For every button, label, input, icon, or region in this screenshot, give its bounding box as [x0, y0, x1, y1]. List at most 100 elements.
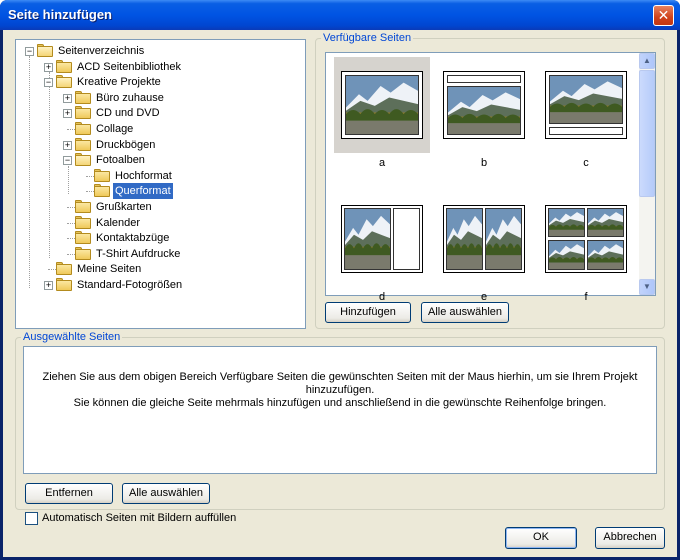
- tree-item-label[interactable]: Büro zuhause: [94, 90, 166, 106]
- tree-item-label[interactable]: T-Shirt Aufdrucke: [94, 246, 182, 262]
- page-layout: [341, 71, 423, 139]
- tree-item[interactable]: T-Shirt Aufdrucke: [16, 246, 305, 262]
- tree-item-label[interactable]: Druckbögen: [94, 137, 157, 153]
- page-thumbnail[interactable]: c: [538, 57, 634, 169]
- cancel-button[interactable]: Abbrechen: [595, 527, 665, 549]
- tree-item[interactable]: Kalender: [16, 215, 305, 231]
- tree-item-label[interactable]: Grußkarten: [94, 199, 154, 215]
- select-all-selected-button[interactable]: Alle auswählen: [122, 483, 210, 504]
- thumbnail-label: c: [583, 157, 589, 169]
- scrollbar-thumb[interactable]: [639, 70, 655, 197]
- tree-item-label[interactable]: CD und DVD: [94, 105, 162, 121]
- expand-icon[interactable]: +: [63, 140, 72, 150]
- folder-icon: [75, 122, 91, 135]
- folder-icon: [75, 106, 91, 120]
- remove-button[interactable]: Entfernen: [25, 483, 113, 504]
- drop-instructions: Ziehen Sie aus dem obigen Bereich Verfüg…: [24, 371, 656, 410]
- tree-item[interactable]: Querformat: [16, 183, 305, 200]
- page-thumbnail[interactable]: a: [334, 57, 430, 169]
- folder-icon: [75, 246, 91, 260]
- expand-icon[interactable]: +: [44, 62, 53, 72]
- scroll-up-icon[interactable]: ▲: [639, 53, 655, 69]
- tree-item-label[interactable]: Fotoalben: [94, 152, 147, 168]
- photo-placeholder: [447, 86, 521, 135]
- folder-icon: [94, 184, 110, 198]
- tree-item-label[interactable]: Querformat: [113, 183, 173, 200]
- tree-item[interactable]: Hochformat: [16, 168, 305, 184]
- close-button[interactable]: ✕: [653, 5, 674, 26]
- available-pages-title: Verfügbare Seiten: [321, 32, 414, 44]
- autofill-checkbox[interactable]: [25, 512, 38, 525]
- tree-item-label[interactable]: Kalender: [94, 215, 142, 231]
- collapse-icon[interactable]: −: [44, 78, 53, 88]
- photo-placeholder: [446, 208, 483, 270]
- tree-item-label[interactable]: ACD Seitenbibliothek: [75, 59, 183, 75]
- page-thumbnail[interactable]: b: [436, 57, 532, 169]
- scroll-down-icon[interactable]: ▼: [639, 279, 655, 295]
- photo-placeholder: [587, 240, 624, 270]
- page-layout: [545, 71, 627, 139]
- tree-item[interactable]: + CD und DVD: [16, 105, 305, 121]
- page-thumbnail[interactable]: f: [538, 191, 634, 303]
- tree-item[interactable]: − Kreative Projekte: [16, 74, 305, 90]
- folder-icon: [75, 215, 91, 229]
- ok-button[interactable]: OK: [505, 527, 577, 549]
- dialog-window: Seite hinzufügen ✕ − Seitenverzeichnis + AC…: [0, 0, 680, 560]
- photo-placeholder: [587, 208, 624, 237]
- tree-item[interactable]: Meine Seiten: [16, 261, 305, 277]
- photo-placeholder: [549, 75, 623, 124]
- tree-item-label[interactable]: Standard-Fotogrößen: [75, 277, 184, 293]
- tree-item[interactable]: + Druckbögen: [16, 137, 305, 153]
- folder-icon: [37, 44, 53, 57]
- collapse-icon[interactable]: −: [63, 156, 72, 166]
- close-icon: ✕: [657, 7, 670, 23]
- folder-icon: [75, 200, 91, 213]
- instruction-line-2: hinzuzufügen.: [305, 384, 375, 396]
- folder-icon: [94, 168, 110, 182]
- tree-item-label[interactable]: Meine Seiten: [75, 261, 143, 277]
- expand-icon[interactable]: +: [44, 281, 53, 290]
- page-thumbnail[interactable]: d: [334, 191, 430, 303]
- tree-item[interactable]: Kontaktabzüge: [16, 230, 305, 246]
- thumbnail-label: a: [378, 157, 386, 169]
- tree-item[interactable]: + Büro zuhause: [16, 90, 305, 106]
- tree-item[interactable]: Collage: [16, 121, 305, 137]
- tree-item[interactable]: + ACD Seitenbibliothek: [16, 59, 305, 75]
- tree-item[interactable]: − Fotoalben: [16, 152, 305, 168]
- folder-icon: [75, 137, 91, 151]
- tree-item[interactable]: Grußkarten: [16, 199, 305, 215]
- tree-item[interactable]: − Seitenverzeichnis: [16, 43, 305, 59]
- tree-item-label[interactable]: Kreative Projekte: [75, 74, 163, 90]
- page-directory-tree[interactable]: − Seitenverzeichnis + ACD Seitenbibliothek −…: [15, 39, 306, 329]
- photo-placeholder: [548, 208, 585, 237]
- dialog-body: − Seitenverzeichnis + ACD Seitenbibliothek −…: [3, 30, 677, 557]
- tree-item-label[interactable]: Kontaktabzüge: [94, 230, 171, 246]
- tree-item-label[interactable]: Seitenverzeichnis: [56, 43, 146, 59]
- selected-pages-drop-area[interactable]: Ziehen Sie aus dem obigen Bereich Verfüg…: [23, 346, 657, 474]
- instruction-line-1: Ziehen Sie aus dem obigen Bereich Verfüg…: [42, 371, 638, 383]
- photo-placeholder: [344, 208, 391, 270]
- dialog-title: Seite hinzufügen: [8, 7, 112, 22]
- available-pages-list[interactable]: ▲ ▼ a b c de f: [325, 52, 656, 303]
- page-layout: [545, 205, 627, 273]
- page-thumbnail[interactable]: e: [436, 191, 532, 303]
- folder-icon: [75, 153, 91, 167]
- photo-placeholder: [345, 75, 419, 135]
- collapse-icon[interactable]: −: [25, 47, 34, 56]
- folder-icon: [56, 59, 72, 73]
- tree-item[interactable]: + Standard-Fotogrößen: [16, 277, 305, 293]
- tree-item-label[interactable]: Collage: [94, 121, 135, 137]
- select-all-available-button[interactable]: Alle auswählen: [421, 302, 509, 323]
- expand-icon[interactable]: +: [63, 93, 72, 103]
- folder-icon: [75, 90, 91, 104]
- autofill-label: Automatisch Seiten mit Bildern auffüllen: [42, 512, 237, 524]
- expand-icon[interactable]: +: [63, 109, 72, 119]
- thumbnail-label: f: [584, 291, 588, 303]
- add-page-button[interactable]: Hinzufügen: [325, 302, 411, 323]
- title-bar[interactable]: Seite hinzufügen ✕: [0, 0, 680, 30]
- tree-item-label[interactable]: Hochformat: [113, 168, 174, 184]
- thumbnails-scrollbar[interactable]: ▲ ▼: [639, 53, 655, 295]
- folder-icon: [56, 262, 72, 276]
- folder-icon: [56, 278, 72, 291]
- instruction-line-3: Sie können die gleiche Seite mehrmals hi…: [73, 397, 607, 409]
